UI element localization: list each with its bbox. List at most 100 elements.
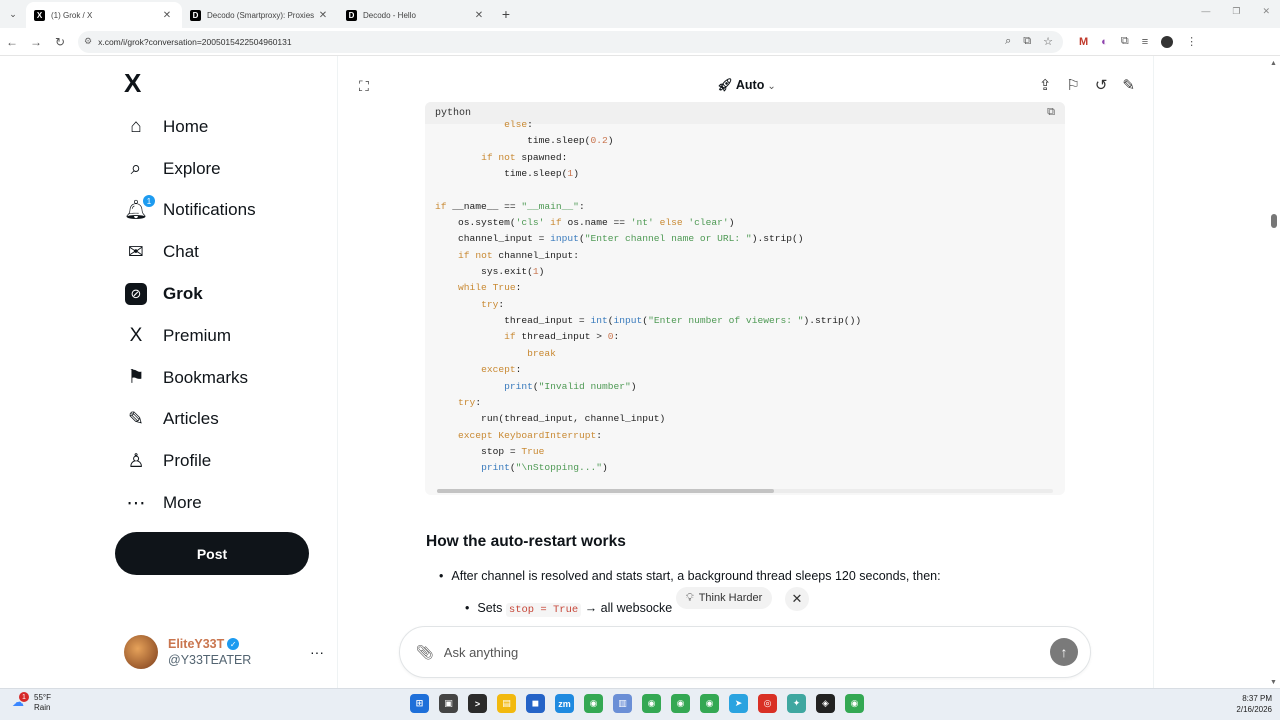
url-field[interactable]: ⚙ x.com/i/grok?conversation=200501542250… bbox=[78, 30, 1063, 53]
clock-date: 2/16/2026 bbox=[1236, 705, 1272, 714]
search-icon: ⌕ bbox=[130, 157, 142, 179]
tab-grok[interactable]: X (1) Grok / X ✕ bbox=[26, 2, 182, 28]
weather-badge: 1 bbox=[19, 692, 29, 702]
reload-icon[interactable]: ↻ bbox=[48, 35, 72, 49]
copy-icon[interactable]: ⧉ bbox=[1047, 107, 1055, 119]
minimize-icon[interactable]: — bbox=[1201, 6, 1210, 17]
grok-icon: ⊘ bbox=[124, 282, 148, 306]
app-icon[interactable]: ✦ bbox=[787, 694, 806, 713]
chevron-down-icon: ⌄ bbox=[767, 81, 776, 92]
attach-icon[interactable]: 📎︎ bbox=[416, 644, 434, 661]
send-button[interactable]: ↑ bbox=[1050, 638, 1078, 666]
menu-dots-icon[interactable]: ⋮ bbox=[1186, 35, 1197, 48]
expand-icon[interactable]: ⛶ bbox=[359, 78, 369, 95]
sidebar-item-articles[interactable]: ✎ Articles bbox=[124, 399, 256, 441]
store-icon[interactable]: ◼ bbox=[526, 694, 545, 713]
scroll-up-icon[interactable]: ▲ bbox=[1270, 60, 1277, 67]
star-icon[interactable]: ☆ bbox=[1043, 35, 1053, 48]
ask-input[interactable] bbox=[443, 644, 1050, 660]
tab-close-icon[interactable]: ✕ bbox=[160, 10, 174, 21]
zoom-icon[interactable]: ⌕ bbox=[1005, 35, 1011, 48]
verified-badge-icon: ✓ bbox=[227, 638, 240, 650]
code-line: if not channel_input: bbox=[458, 249, 579, 261]
window-controls: — ❐ ✕ bbox=[1201, 6, 1270, 17]
zoom-app-icon[interactable]: zm bbox=[555, 694, 574, 713]
restore-icon[interactable]: ❐ bbox=[1232, 6, 1240, 17]
page-scrollbar[interactable]: ▲ ▼ bbox=[1268, 56, 1280, 688]
folder-icon[interactable]: ▤ bbox=[497, 694, 516, 713]
notepad-icon[interactable]: ▥ bbox=[613, 694, 632, 713]
scrollbar-thumb[interactable] bbox=[1271, 214, 1277, 228]
forward-icon[interactable]: → bbox=[24, 35, 48, 49]
tab-close-icon[interactable]: ✕ bbox=[316, 10, 330, 21]
weather-widget[interactable]: ☁ 1 55°F Rain bbox=[12, 692, 51, 713]
scrollbar-thumb[interactable] bbox=[437, 489, 774, 493]
grok-main: ⛶ 🚀︎ Auto ⌄ ⇪ ⚐ ↺ ✎ python ⧉ else: time.s… bbox=[339, 56, 1154, 688]
inline-code: stop = True bbox=[505, 603, 582, 617]
code-line: run(thread_input, channel_input) bbox=[435, 413, 666, 425]
task-view-icon[interactable]: ▣ bbox=[439, 694, 458, 713]
new-chat-icon[interactable]: ✎ bbox=[1122, 76, 1135, 94]
sidebar-item-premium[interactable]: X Premium bbox=[124, 315, 256, 357]
terminal-icon[interactable]: > bbox=[468, 694, 487, 713]
sidebar-item-home[interactable]: ⌂ Home bbox=[124, 106, 256, 148]
chrome-icon[interactable]: ◉ bbox=[584, 694, 603, 713]
sidebar-item-notifications[interactable]: 🔔︎ 1 Notifications bbox=[124, 190, 256, 232]
close-window-icon[interactable]: ✕ bbox=[1262, 6, 1270, 17]
telegram-icon[interactable]: ➤ bbox=[729, 694, 748, 713]
tab-decodo-hello[interactable]: D Decodo - Hello ✕ bbox=[338, 2, 494, 28]
primary-nav: ⌂ Home ⌕ Explore 🔔︎ 1 Notifications ✉ Cha… bbox=[124, 106, 256, 524]
share-icon[interactable]: ⇪ bbox=[1039, 76, 1052, 94]
chrome-icon[interactable]: ◉ bbox=[671, 694, 690, 713]
system-clock[interactable]: 8:37 PM 2/16/2026 bbox=[1236, 693, 1272, 715]
extension-icon[interactable]: ◐ bbox=[1101, 36, 1108, 48]
account-switcher[interactable]: EliteY33T ✓ @Y33TEATER ··· bbox=[124, 632, 324, 672]
decodo-favicon-icon: D bbox=[346, 9, 357, 21]
chrome-icon[interactable]: ◉ bbox=[642, 694, 661, 713]
sidebar-item-grok[interactable]: ⊘ Grok bbox=[124, 273, 256, 315]
tab-search-button[interactable]: ⌄ bbox=[0, 1, 26, 27]
x-logo-icon[interactable]: X bbox=[124, 68, 141, 99]
sidebar-item-profile[interactable]: ♙ Profile bbox=[124, 440, 256, 482]
x-favicon-icon: X bbox=[34, 9, 45, 21]
scroll-down-icon[interactable]: ▼ bbox=[1270, 679, 1277, 686]
decodo-favicon-icon: D bbox=[190, 9, 201, 21]
chrome-icon[interactable]: ◉ bbox=[845, 694, 864, 713]
more-dots-icon[interactable]: ··· bbox=[310, 644, 324, 660]
think-harder-chip[interactable]: 💡︎ Think Harder bbox=[676, 587, 773, 609]
site-info-icon[interactable]: ⚙ bbox=[84, 36, 92, 47]
app-icon[interactable]: ◎ bbox=[758, 694, 777, 713]
back-icon[interactable]: ← bbox=[0, 35, 24, 49]
windows-taskbar: ☁ 1 55°F Rain ⊞ ▣ > ▤ ◼ zm ◉ ▥ ◉ ◉ ◉ ➤ ◎ … bbox=[0, 688, 1280, 720]
sidebar-item-bookmarks[interactable]: ⚑ Bookmarks bbox=[124, 357, 256, 399]
code-horizontal-scrollbar[interactable] bbox=[429, 487, 1061, 493]
sidebar-item-label: Grok bbox=[163, 284, 203, 304]
notification-badge: 1 bbox=[143, 195, 155, 208]
new-tab-button[interactable]: + bbox=[494, 6, 518, 22]
code-line: while True: bbox=[458, 282, 522, 294]
close-icon[interactable]: ✕ bbox=[785, 587, 809, 611]
code-content: else: time.sleep(0.2) if not spawned: ti… bbox=[435, 117, 861, 477]
sidebar-item-label: Chat bbox=[163, 242, 199, 262]
code-line: os.system('cls' if os.name == 'nt' else … bbox=[435, 217, 735, 229]
tab-close-icon[interactable]: ✕ bbox=[472, 10, 486, 21]
history-icon[interactable]: ↺ bbox=[1095, 76, 1108, 94]
bookmark-icon[interactable]: ⚐ bbox=[1066, 76, 1079, 94]
tab-decodo-proxies[interactable]: D Decodo (Smartproxy): Proxies & ✕ bbox=[182, 2, 338, 28]
post-button[interactable]: Post bbox=[115, 532, 309, 575]
install-app-icon[interactable]: ⧉ bbox=[1023, 35, 1031, 48]
weather-text: 55°F Rain bbox=[34, 693, 51, 713]
start-icon[interactable]: ⊞ bbox=[410, 694, 429, 713]
tab-list-icon[interactable]: ≡ bbox=[1142, 36, 1148, 48]
sidebar-item-chat[interactable]: ✉ Chat bbox=[124, 231, 256, 273]
chrome-icon[interactable]: ◉ bbox=[700, 694, 719, 713]
model-mode-selector[interactable]: 🚀︎ Auto ⌄ bbox=[717, 78, 776, 93]
extension-icon[interactable]: M bbox=[1079, 36, 1088, 48]
sidebar-item-more[interactable]: ⋯ More bbox=[124, 482, 256, 524]
sidebar-item-explore[interactable]: ⌕ Explore bbox=[124, 148, 256, 190]
url-text: x.com/i/grok?conversation=20050154225049… bbox=[98, 36, 292, 47]
puzzle-icon[interactable]: ⧉ bbox=[1121, 35, 1129, 48]
profile-avatar-icon[interactable] bbox=[1161, 35, 1174, 48]
app-icon[interactable]: ◈ bbox=[816, 694, 835, 713]
